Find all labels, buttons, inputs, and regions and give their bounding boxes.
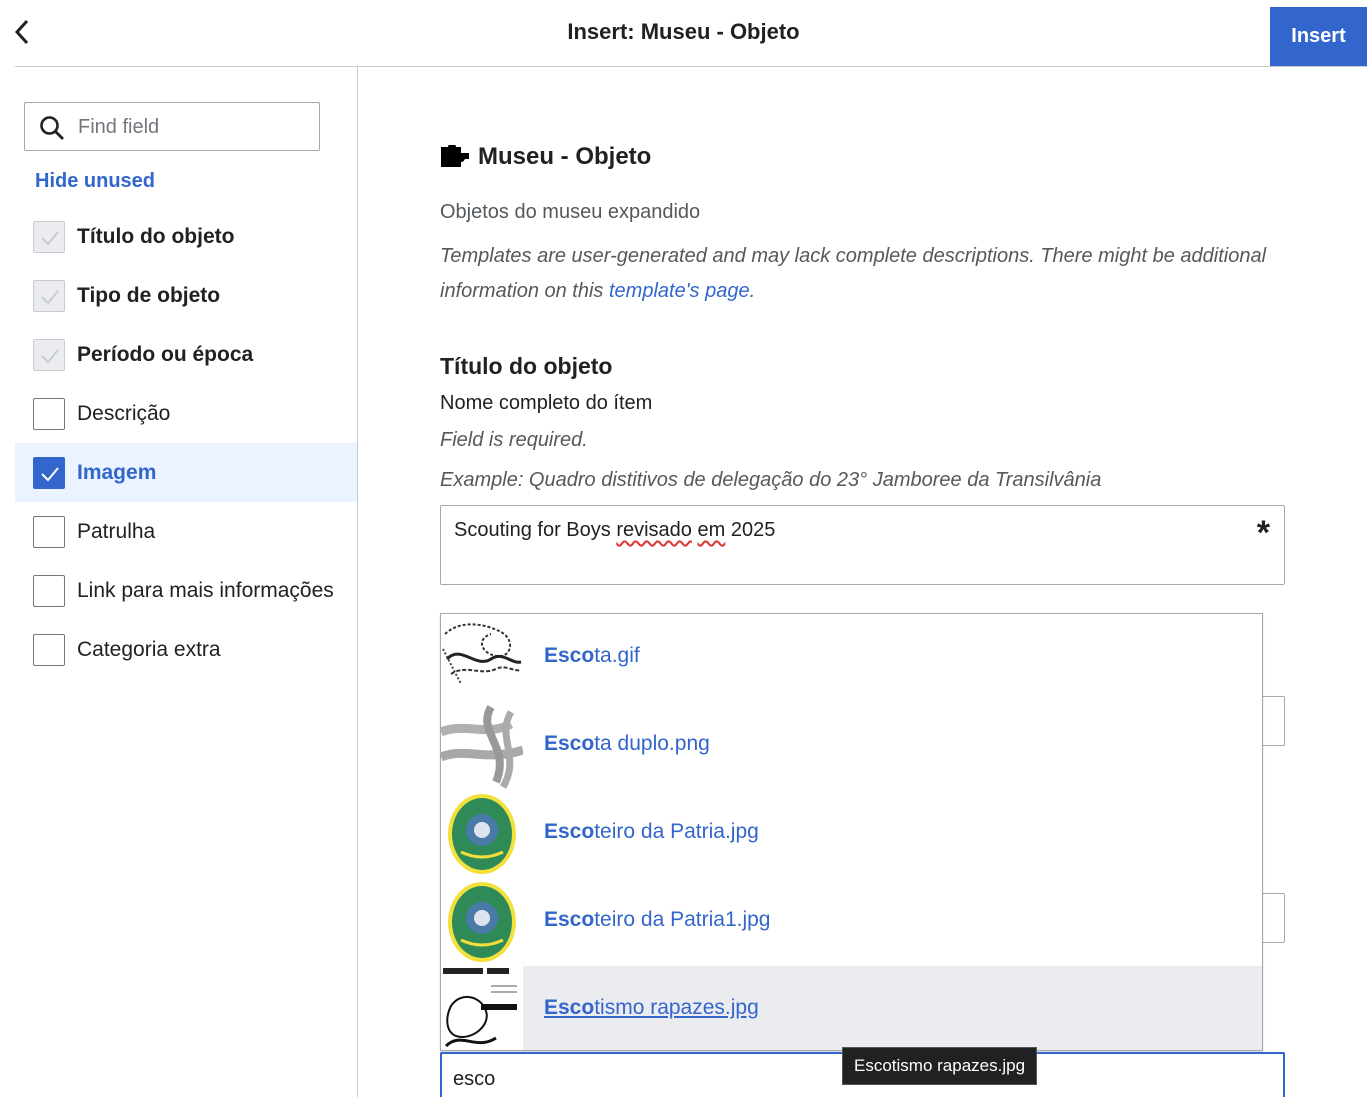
field-item-label: Link para mais informações [77,578,334,602]
suggestion-rest: teiro da Patria.jpg [594,820,759,843]
template-note-end: . [749,280,756,302]
insert-button[interactable]: Insert [1270,7,1367,66]
field-item-tipo[interactable]: Tipo de objeto [15,266,357,325]
field-item-label: Tipo de objeto [77,283,221,307]
field-item-label: Categoria extra [77,637,221,661]
suggestion-rest: ta.gif [594,644,640,667]
suggestion-item[interactable]: Escotismo rapazes.jpg [441,966,1262,1050]
checkbox-unchecked[interactable] [33,633,65,666]
checkbox-required [33,279,65,312]
value-segment: Scouting for Boys [454,519,617,541]
field-item-patrulha[interactable]: Patrulha [15,502,357,561]
match-highlight: Esco [544,644,595,667]
hide-unused-link[interactable]: Hide unused [35,170,155,193]
suggestion-label: Escotismo rapazes.jpg [544,996,759,1020]
puzzle-icon [441,145,469,167]
knot-icon [441,704,523,789]
checkbox-unchecked[interactable] [33,515,65,548]
knot-icon [442,623,522,685]
checkbox-required [33,338,65,371]
suggestion-item[interactable]: Escota.gif [441,614,1262,702]
field-item-categoria[interactable]: Categoria extra [15,620,357,679]
match-highlight: Esco [544,732,595,755]
template-name: Museu - Objeto [478,143,652,170]
checkbox-unchecked[interactable] [33,574,65,607]
value-segment: 2025 [725,519,776,541]
required-indicator: * [1256,514,1270,552]
dialog-title: Insert: Museu - Objeto [567,19,800,44]
suggestion-label: Escota duplo.png [544,732,710,756]
checkbox-required [33,220,65,253]
template-editor: Museu - Objeto Objetos do museu expandid… [358,67,1367,1097]
field-item-descricao[interactable]: Descrição [15,384,357,443]
suggestion-item[interactable]: Escoteiro da Patria.jpg [441,790,1262,878]
check-icon [41,230,59,245]
field-item-label: Patrulha [77,519,156,543]
suggestion-item[interactable]: Escota duplo.png [441,702,1262,790]
match-highlight: Esco [544,820,595,843]
file-suggestions: Escota.gif Escota duplo.png Escoteiro da… [440,613,1263,1051]
checkbox-unchecked[interactable] [33,397,65,430]
field-example: Example: Quadro distitivos de delegação … [440,469,1102,491]
field-title: Título do objeto [440,353,613,379]
field-item-imagem[interactable]: Imagem [15,443,357,502]
match-highlight: Esco [544,908,595,931]
field-sidebar: Hide unused Título do objeto Tipo de obj… [0,67,358,1097]
emblem-icon [448,794,516,874]
field-item-link[interactable]: Link para mais informações [15,561,357,620]
titulo-value-field[interactable]: Scouting for Boys revisado em 2025 * [440,505,1285,585]
field-item-titulo[interactable]: Título do objeto [15,207,357,266]
template-note-text: Templates are user-generated and may lac… [440,245,1267,302]
misspelled-word: em [697,519,726,541]
filename-tooltip: Escotismo rapazes.jpg [842,1047,1038,1085]
field-required-text: Field is required. [440,429,588,451]
find-field-input[interactable] [78,111,308,143]
template-note: Templates are user-generated and may lac… [440,239,1270,309]
file-thumbnail [441,966,523,1050]
field-description: Nome completo do ítem [440,392,653,414]
search-icon [40,116,64,140]
suggestion-rest: teiro da Patria1.jpg [594,908,771,931]
suggestion-label: Escota.gif [544,644,640,668]
file-thumbnail [441,614,523,702]
titulo-value-text: Scouting for Boys revisado em 2025 [454,519,775,542]
misspelled-word: revisado [616,519,692,541]
template-heading: Museu - Objeto [440,143,651,171]
find-field-box[interactable] [24,102,320,151]
match-highlight: Esco [544,996,595,1019]
suggestion-rest: ta duplo.png [594,732,710,755]
template-page-link[interactable]: template's page [609,280,750,302]
file-thumbnail [441,878,523,966]
field-item-label: Imagem [77,460,157,484]
check-icon [41,466,59,481]
emblem-icon [448,882,516,962]
template-description: Objetos do museu expandido [440,201,701,223]
field-list: Título do objeto Tipo de objeto Período … [15,207,357,679]
suggestion-label: Escoteiro da Patria1.jpg [544,908,770,932]
book-cover-icon [441,966,523,1050]
check-icon [41,289,59,304]
file-thumbnail [441,790,523,878]
suggestion-label: Escoteiro da Patria.jpg [544,820,759,844]
field-item-label: Período ou época [77,342,254,366]
check-icon [41,348,59,363]
suggestion-item[interactable]: Escoteiro da Patria1.jpg [441,878,1262,966]
suggestion-rest: tismo rapazes.jpg [594,996,759,1019]
field-item-periodo[interactable]: Período ou época [15,325,357,384]
dialog-header: Insert: Museu - Objeto Insert [0,0,1367,67]
field-item-label: Descrição [77,401,171,425]
file-thumbnail [441,702,523,790]
checkbox-checked[interactable] [33,456,65,489]
field-item-label: Título do objeto [77,224,235,248]
